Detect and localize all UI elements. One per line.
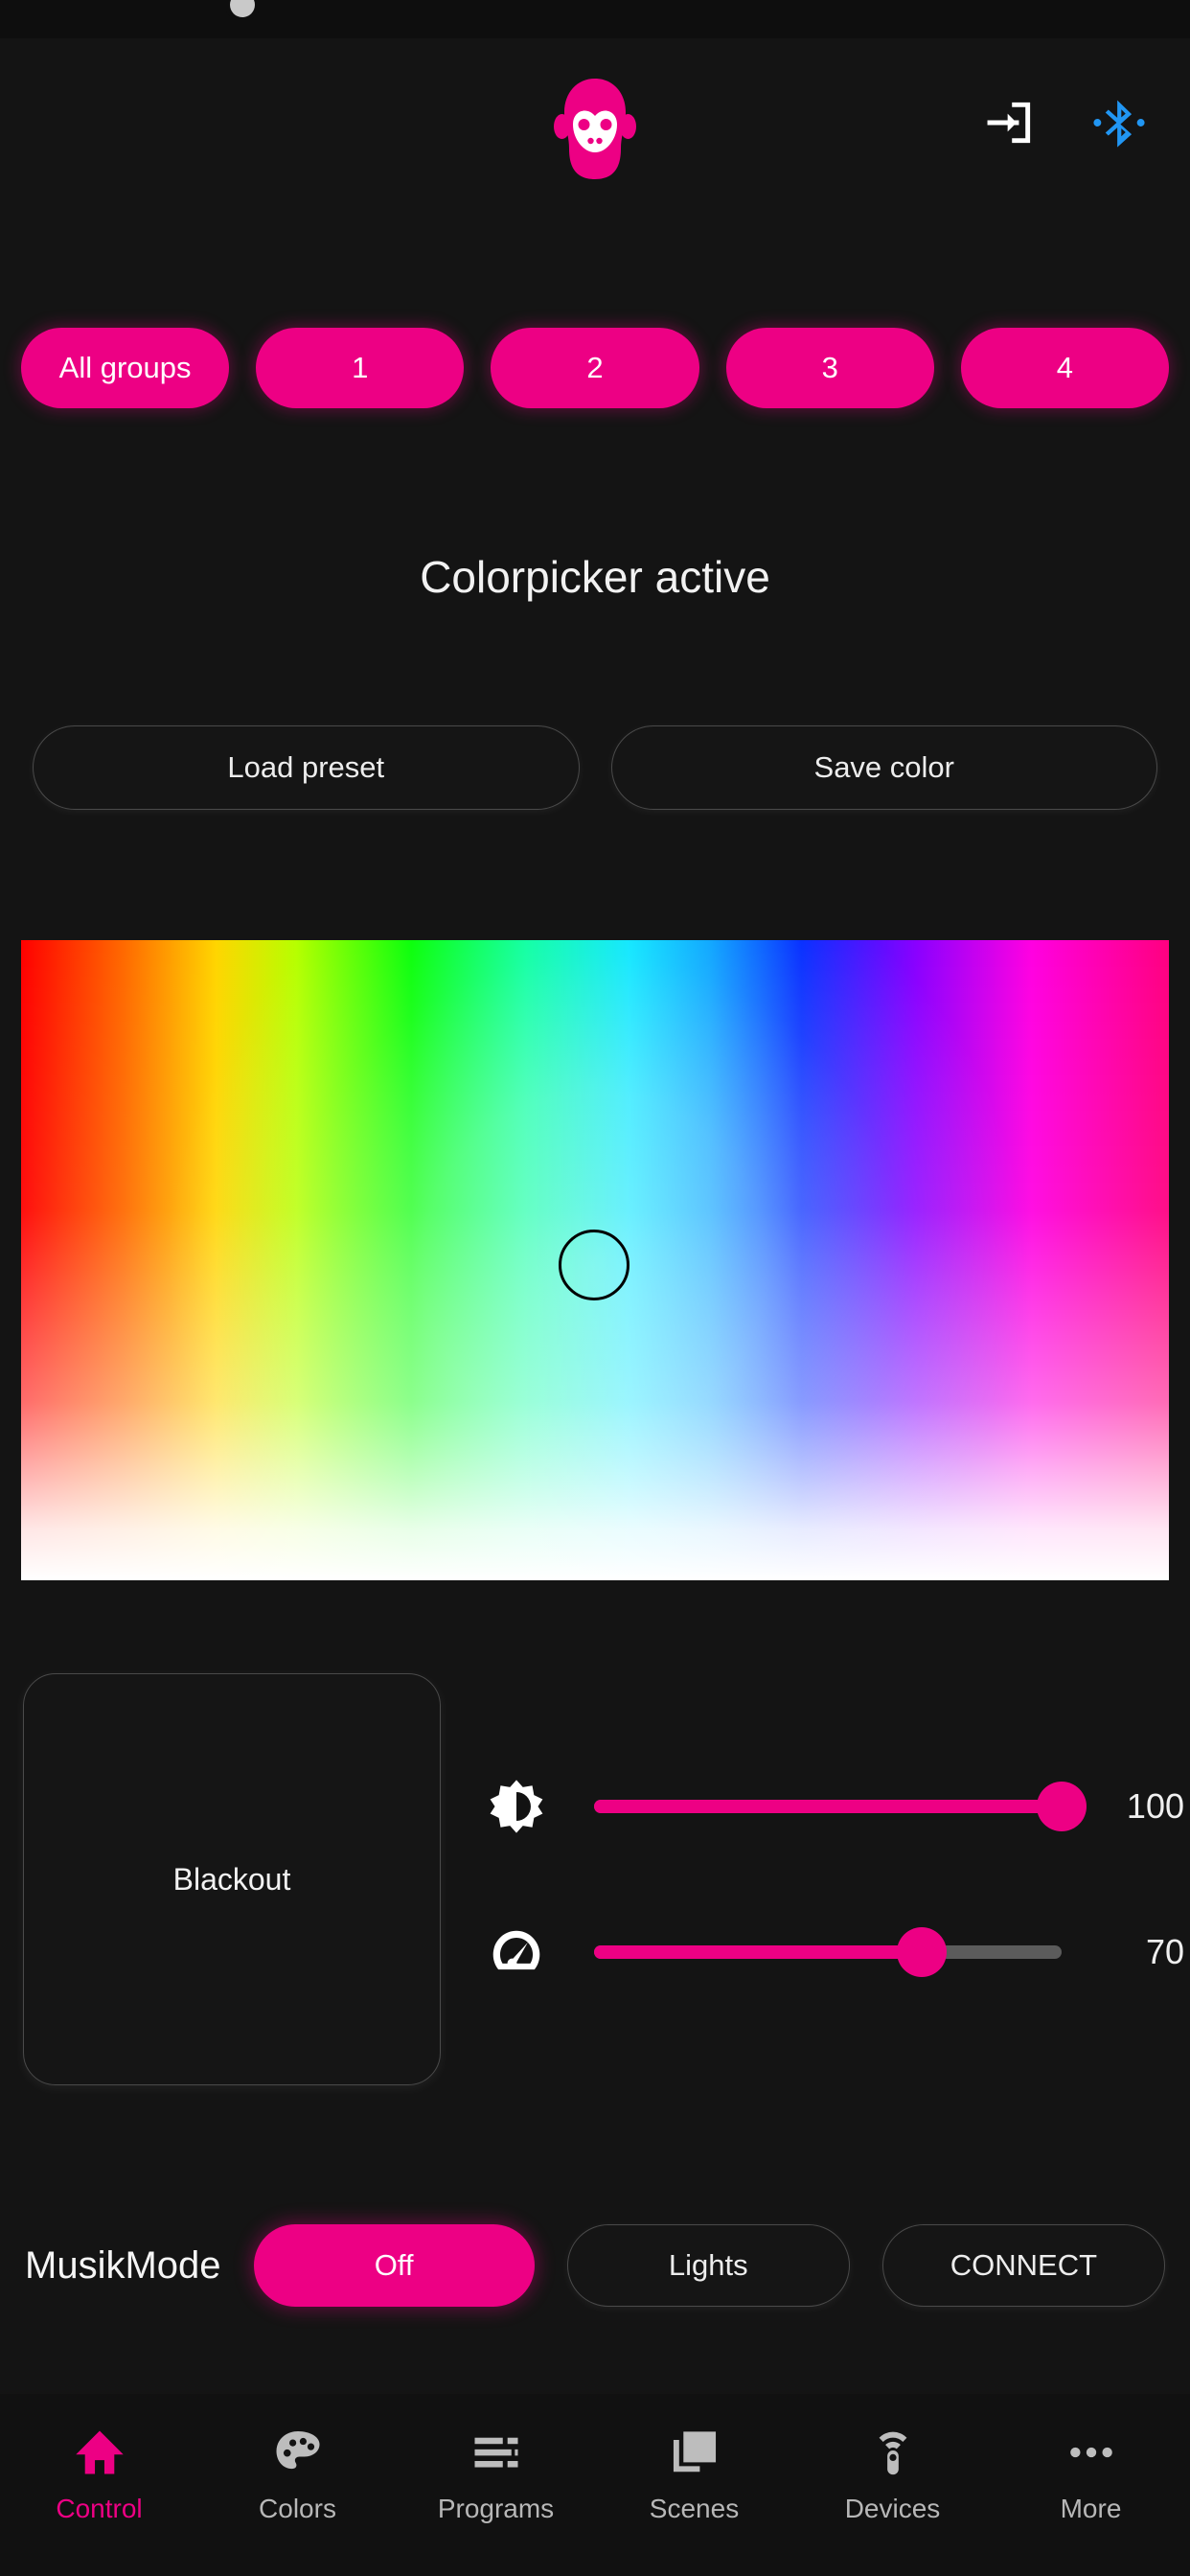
group-button-all[interactable]: All groups [21,328,230,408]
nav-item-control[interactable]: Control [0,2426,198,2524]
list-icon [470,2426,522,2478]
group-button-2[interactable]: 2 [491,328,699,408]
musikmode-lights-label: Lights [668,2248,748,2282]
musikmode-label: MusikMode [25,2243,221,2287]
group-button-3[interactable]: 3 [725,328,934,408]
app-header [0,38,1190,179]
slider-thumb[interactable] [1037,1782,1087,1831]
color-picker-canvas[interactable] [21,940,1169,1580]
load-preset-button[interactable]: Load preset [33,725,580,810]
nav-item-scenes[interactable]: Scenes [595,2426,793,2524]
musikmode-row: MusikMode Off Lights CONNECT [0,2221,1190,2310]
nav-item-colors[interactable]: Colors [198,2426,397,2524]
group-selector: All groups 1 2 3 4 [0,328,1190,408]
status-bar [0,0,1190,38]
load-preset-label: Load preset [227,750,385,784]
group-label: 2 [586,351,604,384]
musikmode-connect-button[interactable]: CONNECT [881,2224,1165,2307]
nav-item-more[interactable]: More [992,2426,1190,2524]
brightness-slider[interactable] [594,1777,1087,1836]
group-label: 3 [821,351,838,384]
musikmode-lights-button[interactable]: Lights [566,2224,850,2307]
slider-fill [594,1800,1062,1813]
brightness-slider-row: 100 [469,1762,1190,1851]
nav-label-more: More [1060,2494,1122,2523]
remote-icon [867,2426,919,2478]
camera-punch-hole-icon [230,0,255,17]
group-button-1[interactable]: 1 [256,328,465,408]
bottom-navigation: Control Colors Programs Scenes Devices M… [0,2394,1190,2576]
group-label: 4 [1056,351,1074,384]
brightness-icon [487,1777,546,1836]
more-icon [1065,2426,1117,2478]
speed-value: 70 [1145,1932,1184,1971]
blackout-label: Blackout [172,1861,291,1897]
monkey-logo [554,72,636,187]
musikmode-toggle-button[interactable]: Off [253,2224,535,2307]
scenes-icon [669,2426,721,2478]
mode-status-text: Colorpicker active [420,552,770,602]
slider-thumb[interactable] [896,1927,947,1977]
palette-icon [272,2426,324,2478]
musikmode-toggle-label: Off [374,2248,414,2282]
musikmode-connect-label: CONNECT [950,2248,1098,2282]
group-label: All groups [58,351,192,384]
preset-button-row: Load preset Save color [0,725,1190,810]
blackout-button[interactable]: Blackout [23,1673,441,2085]
nav-item-devices[interactable]: Devices [793,2426,992,2524]
group-button-4[interactable]: 4 [960,328,1170,408]
header-icon-group [983,96,1146,150]
speed-slider[interactable] [594,1922,1062,1982]
bluetooth-icon[interactable] [1092,96,1146,150]
nav-label-scenes: Scenes [649,2494,740,2523]
save-color-label: Save color [813,750,954,784]
brightness-value: 100 [1126,1786,1184,1826]
slider-group: 100 70 [469,1673,1190,2085]
group-label: 1 [352,351,369,384]
control-mid-section: Blackout 100 70 [0,1673,1190,2085]
app-root: All groups 1 2 3 4 Colorpicker active Lo… [0,0,1190,2576]
speed-slider-row: 70 [469,1908,1190,1996]
speed-icon [487,1922,546,1982]
home-icon [74,2426,126,2478]
nav-label-control: Control [56,2494,143,2523]
nav-label-programs: Programs [437,2494,555,2523]
nav-label-colors: Colors [259,2494,336,2523]
save-color-button[interactable]: Save color [610,725,1157,810]
color-picker-handle[interactable] [559,1230,629,1300]
nav-item-programs[interactable]: Programs [397,2426,595,2524]
slider-fill [594,1945,922,1959]
login-icon[interactable] [983,96,1037,150]
nav-label-devices: Devices [844,2494,941,2523]
